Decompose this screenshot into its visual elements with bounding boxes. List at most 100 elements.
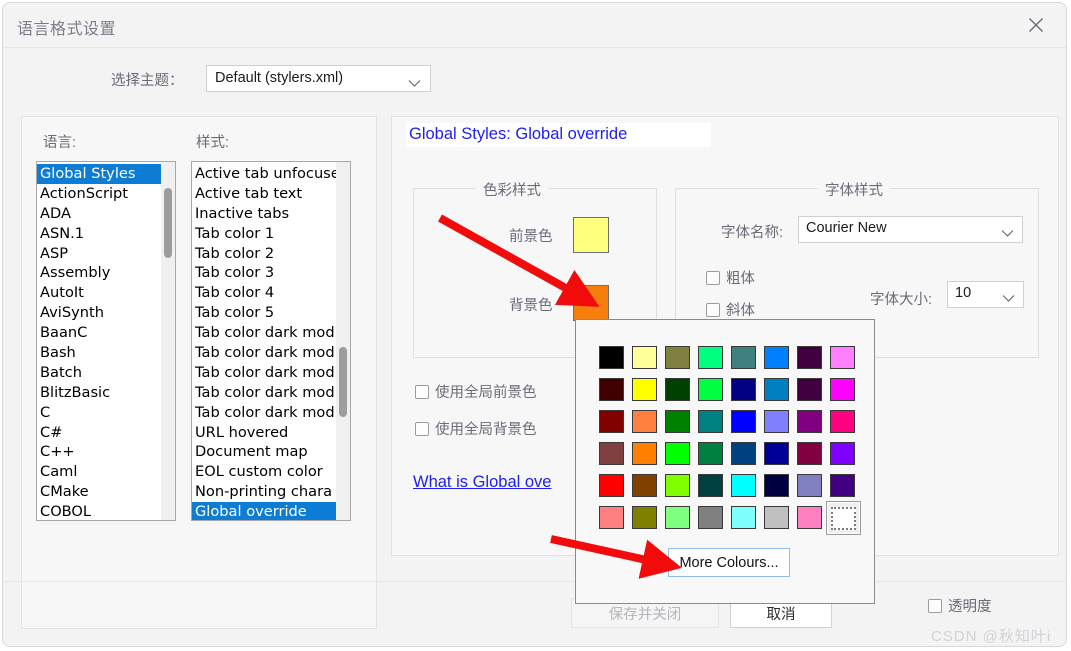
color-swatch-cell[interactable] (694, 373, 727, 405)
list-item[interactable]: Tab color dark mod (192, 363, 336, 383)
language-listbox[interactable]: Global Styles ActionScript ADA ASN.1 ASP Asse… (36, 161, 176, 521)
color-swatch-cell[interactable] (727, 501, 760, 533)
list-item[interactable]: AutoIt (37, 283, 161, 303)
color-swatch-cell[interactable] (595, 501, 628, 533)
color-swatch-cell[interactable] (793, 341, 826, 373)
transparency-checkbox[interactable]: 透明度 (928, 595, 992, 616)
list-item[interactable]: Active tab unfocuse (192, 164, 336, 184)
color-swatch-cell[interactable] (628, 405, 661, 437)
font-name-select[interactable]: Courier New (798, 216, 1023, 243)
list-item[interactable]: EOL custom color (192, 462, 336, 482)
background-color-swatch[interactable] (573, 285, 609, 321)
close-icon[interactable] (1014, 7, 1058, 43)
color-swatch-cell[interactable] (628, 437, 661, 469)
color-swatch-cell[interactable] (793, 437, 826, 469)
use-global-foreground-checkbox[interactable]: 使用全局前景色 (415, 381, 537, 402)
color-swatch-cell[interactable] (628, 469, 661, 501)
list-item[interactable]: C (37, 403, 161, 423)
style-listbox[interactable]: Active tab unfocuse Active tab text Inacti… (191, 161, 351, 521)
list-item[interactable]: AviSynth (37, 303, 161, 323)
list-item[interactable]: Assembly (37, 263, 161, 283)
color-swatch-cell[interactable] (694, 501, 727, 533)
color-swatch-cell[interactable] (793, 501, 826, 533)
color-swatch-cell[interactable] (661, 373, 694, 405)
foreground-color-swatch[interactable] (573, 217, 609, 253)
color-swatch-cell[interactable] (826, 501, 861, 535)
color-swatch-cell[interactable] (760, 501, 793, 533)
language-list-scrollbar[interactable] (161, 162, 175, 520)
use-global-background-checkbox[interactable]: 使用全局背景色 (415, 418, 537, 439)
list-item[interactable]: ADA (37, 204, 161, 224)
color-swatch-cell[interactable] (760, 341, 793, 373)
color-swatch-cell[interactable] (727, 405, 760, 437)
color-swatch-cell[interactable] (793, 405, 826, 437)
list-item[interactable]: Tab color 3 (192, 263, 336, 283)
color-swatch-cell[interactable] (661, 341, 694, 373)
style-list-scrollbar[interactable] (336, 162, 350, 520)
color-swatch-cell[interactable] (826, 469, 859, 501)
list-item[interactable]: Tab color 4 (192, 283, 336, 303)
color-swatch-cell[interactable] (760, 437, 793, 469)
list-item[interactable]: Document map (192, 442, 336, 462)
list-item[interactable]: Inactive tabs (192, 204, 336, 224)
scrollbar-thumb[interactable] (164, 188, 172, 258)
color-swatch-cell[interactable] (727, 373, 760, 405)
color-swatch-cell[interactable] (694, 341, 727, 373)
color-swatch-cell[interactable] (826, 437, 859, 469)
scrollbar-thumb[interactable] (339, 347, 347, 417)
list-item[interactable]: Active tab text (192, 184, 336, 204)
list-item[interactable]: ASP (37, 244, 161, 264)
list-item[interactable]: C# (37, 423, 161, 443)
list-item[interactable]: Tab color 5 (192, 303, 336, 323)
list-item[interactable]: COBOL (37, 502, 161, 520)
color-swatch-cell[interactable] (661, 405, 694, 437)
color-swatch-cell[interactable] (595, 341, 628, 373)
color-swatch-cell[interactable] (826, 373, 859, 405)
color-swatch-cell[interactable] (727, 341, 760, 373)
color-swatch-cell[interactable] (727, 437, 760, 469)
more-colours-button[interactable]: More Colours... (668, 548, 790, 577)
color-swatch-cell[interactable] (826, 405, 859, 437)
list-item[interactable]: ActionScript (37, 184, 161, 204)
color-swatch-cell[interactable] (595, 469, 628, 501)
list-item[interactable]: Bash (37, 343, 161, 363)
color-swatch-cell[interactable] (694, 405, 727, 437)
list-item[interactable]: C++ (37, 442, 161, 462)
color-swatch-cell[interactable] (826, 341, 859, 373)
color-swatch-cell[interactable] (760, 373, 793, 405)
list-item[interactable]: Tab color dark mod (192, 323, 336, 343)
color-swatch-cell[interactable] (595, 437, 628, 469)
color-swatch-cell[interactable] (661, 469, 694, 501)
color-swatch-cell[interactable] (760, 469, 793, 501)
color-swatch-cell[interactable] (628, 501, 661, 533)
color-swatch-cell[interactable] (793, 469, 826, 501)
color-swatch-cell[interactable] (760, 405, 793, 437)
list-item[interactable]: Caml (37, 462, 161, 482)
theme-select[interactable]: Default (stylers.xml) (206, 65, 431, 92)
list-item[interactable]: Tab color 1 (192, 224, 336, 244)
color-swatch-cell[interactable] (628, 341, 661, 373)
font-size-select[interactable]: 10 (947, 281, 1024, 308)
list-item[interactable]: Global Styles (37, 164, 161, 184)
color-swatch-cell[interactable] (694, 469, 727, 501)
color-picker-popup[interactable]: More Colours... (575, 319, 875, 604)
list-item[interactable]: ASN.1 (37, 224, 161, 244)
bold-checkbox[interactable]: 粗体 (706, 267, 755, 288)
list-item[interactable]: Global override (192, 502, 336, 520)
list-item[interactable]: BaanC (37, 323, 161, 343)
list-item[interactable]: Tab color dark mod (192, 343, 336, 363)
color-swatch-cell[interactable] (628, 373, 661, 405)
list-item[interactable]: Tab color dark mod (192, 403, 336, 423)
italic-checkbox[interactable]: 斜体 (706, 299, 755, 320)
color-swatch-cell[interactable] (595, 373, 628, 405)
list-item[interactable]: Tab color dark mod (192, 383, 336, 403)
list-item[interactable]: Tab color 2 (192, 244, 336, 264)
global-override-help-link[interactable]: What is Global ove (413, 473, 551, 492)
color-swatch-cell[interactable] (793, 373, 826, 405)
color-swatch-cell[interactable] (661, 437, 694, 469)
list-item[interactable]: BlitzBasic (37, 383, 161, 403)
color-swatch-cell[interactable] (694, 437, 727, 469)
list-item[interactable]: URL hovered (192, 423, 336, 443)
list-item[interactable]: Non-printing chara (192, 482, 336, 502)
color-swatch-cell[interactable] (661, 501, 694, 533)
